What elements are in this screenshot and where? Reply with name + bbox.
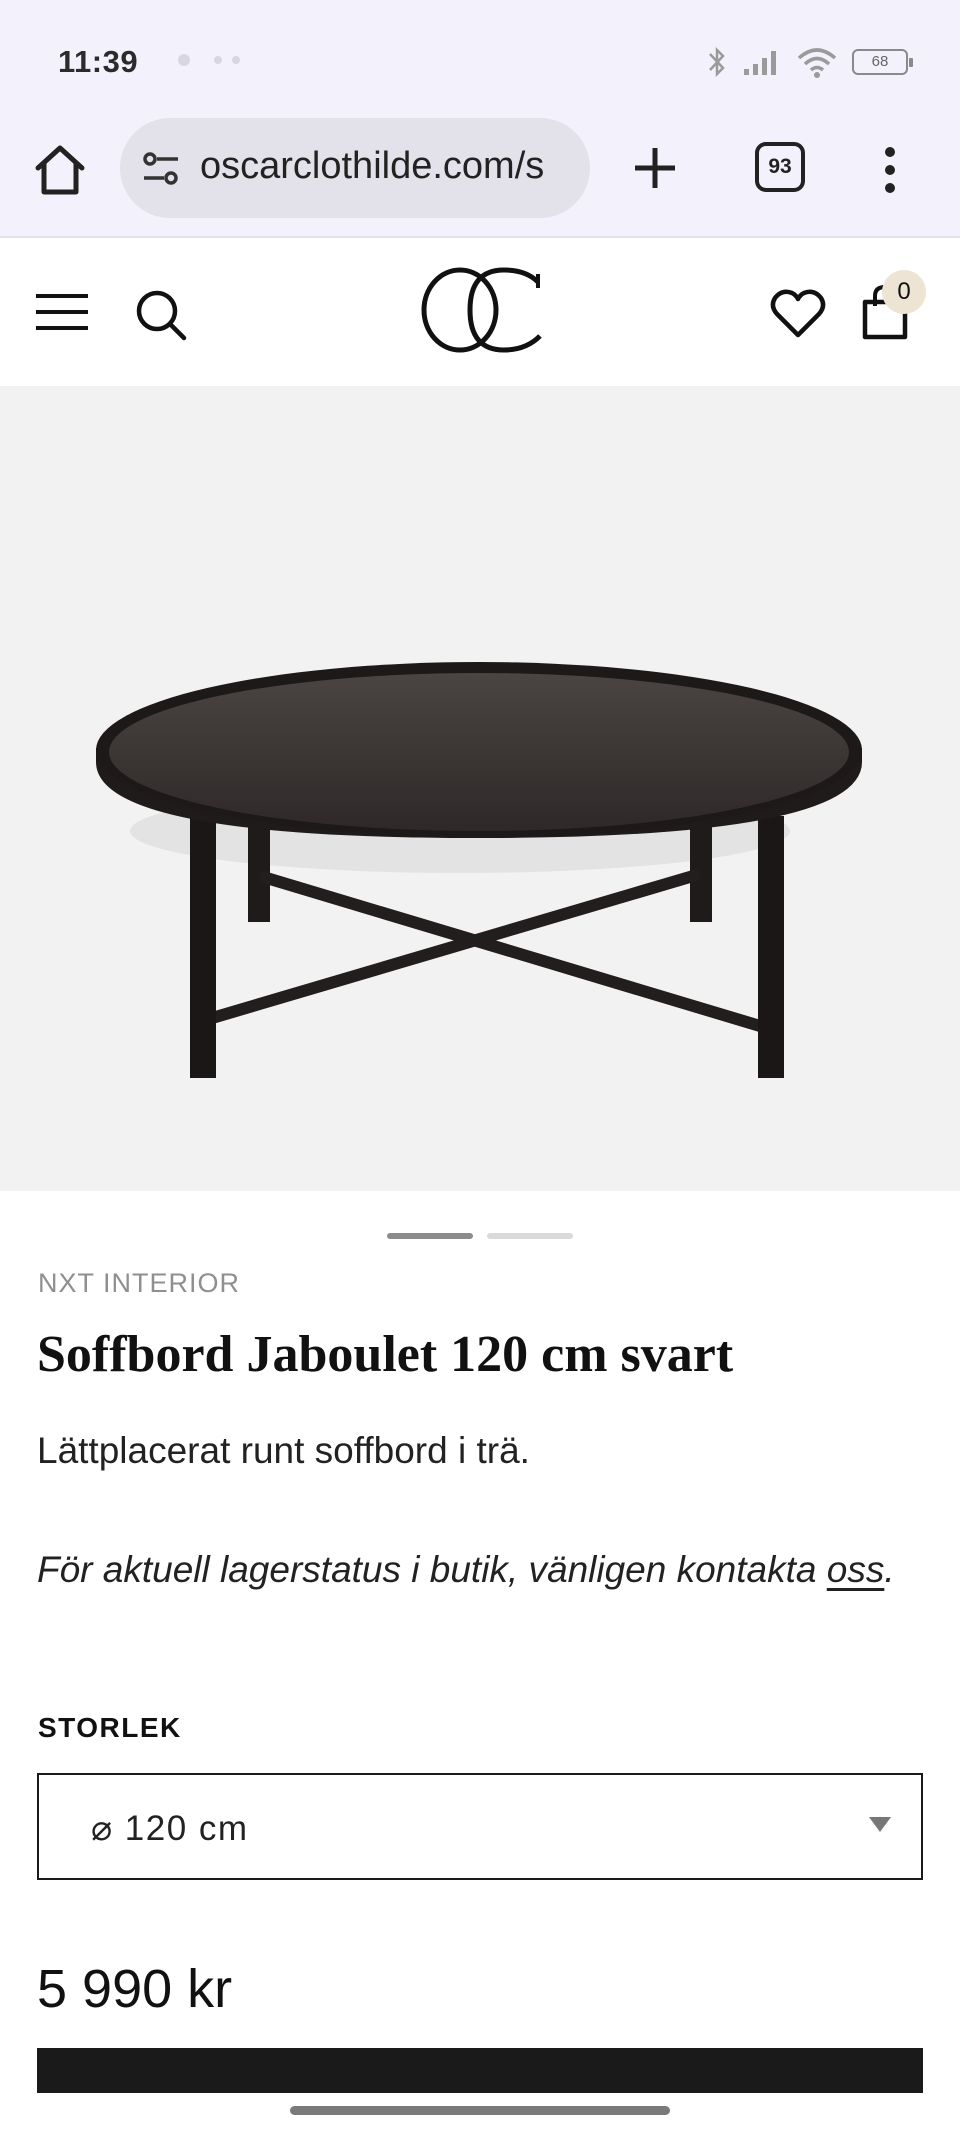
- address-bar[interactable]: oscarclothilde.com/s: [120, 118, 590, 218]
- product-brand[interactable]: NXT INTERIOR: [38, 1268, 240, 1299]
- battery-icon: 68: [852, 49, 913, 75]
- site-header: 0: [0, 240, 960, 386]
- size-selected-value[interactable]: ⌀ 120 cm: [91, 1809, 249, 1849]
- coffee-table-image: [96, 662, 862, 1078]
- carousel-indicator[interactable]: [487, 1233, 573, 1239]
- url-text[interactable]: oscarclothilde.com/s: [200, 145, 580, 188]
- product-image[interactable]: [0, 386, 960, 1191]
- gesture-navigation-bar[interactable]: [290, 2106, 670, 2115]
- home-icon[interactable]: [30, 140, 90, 200]
- heart-icon[interactable]: [770, 288, 826, 340]
- chevron-down-icon[interactable]: [869, 1817, 891, 1832]
- browser-toolbar: oscarclothilde.com/s 93: [0, 100, 960, 238]
- size-select[interactable]: ⌀ 120 cm: [37, 1773, 923, 1880]
- size-label: STORLEK: [38, 1712, 182, 1743]
- site-logo[interactable]: [418, 266, 548, 354]
- site-settings-icon[interactable]: [140, 148, 182, 190]
- cart-count-badge[interactable]: 0: [882, 270, 926, 314]
- notification-dot-icon: [232, 56, 240, 64]
- notification-dot-icon: [214, 56, 222, 64]
- menu-icon[interactable]: [36, 292, 88, 332]
- wifi-icon: [797, 48, 837, 78]
- stock-info: För aktuell lagerstatus i butik, vänlige…: [37, 1549, 895, 1591]
- product-price: 5 990 kr: [37, 1959, 233, 2019]
- stock-text: För aktuell lagerstatus i butik, vänlige…: [37, 1549, 827, 1590]
- new-tab-icon[interactable]: [630, 138, 680, 198]
- carousel-indicator[interactable]: [387, 1233, 473, 1239]
- stock-end: .: [884, 1549, 895, 1590]
- signal-icon: [744, 51, 776, 75]
- status-time: 11:39: [58, 44, 139, 79]
- tab-switcher-icon[interactable]: 93: [755, 142, 805, 192]
- add-to-cart-button[interactable]: [37, 2048, 923, 2093]
- product-title: Soffbord Jaboulet 120 cm svart: [37, 1326, 734, 1383]
- notification-icon: [178, 54, 190, 66]
- contact-link[interactable]: oss: [827, 1549, 885, 1590]
- bluetooth-icon: [709, 46, 725, 78]
- product-description: Lättplacerat runt soffbord i trä.: [37, 1430, 530, 1471]
- search-icon[interactable]: [134, 288, 188, 342]
- status-bar: 11:39 68: [0, 0, 960, 100]
- more-menu-icon[interactable]: [875, 140, 905, 200]
- status-icons: 68: [706, 42, 913, 82]
